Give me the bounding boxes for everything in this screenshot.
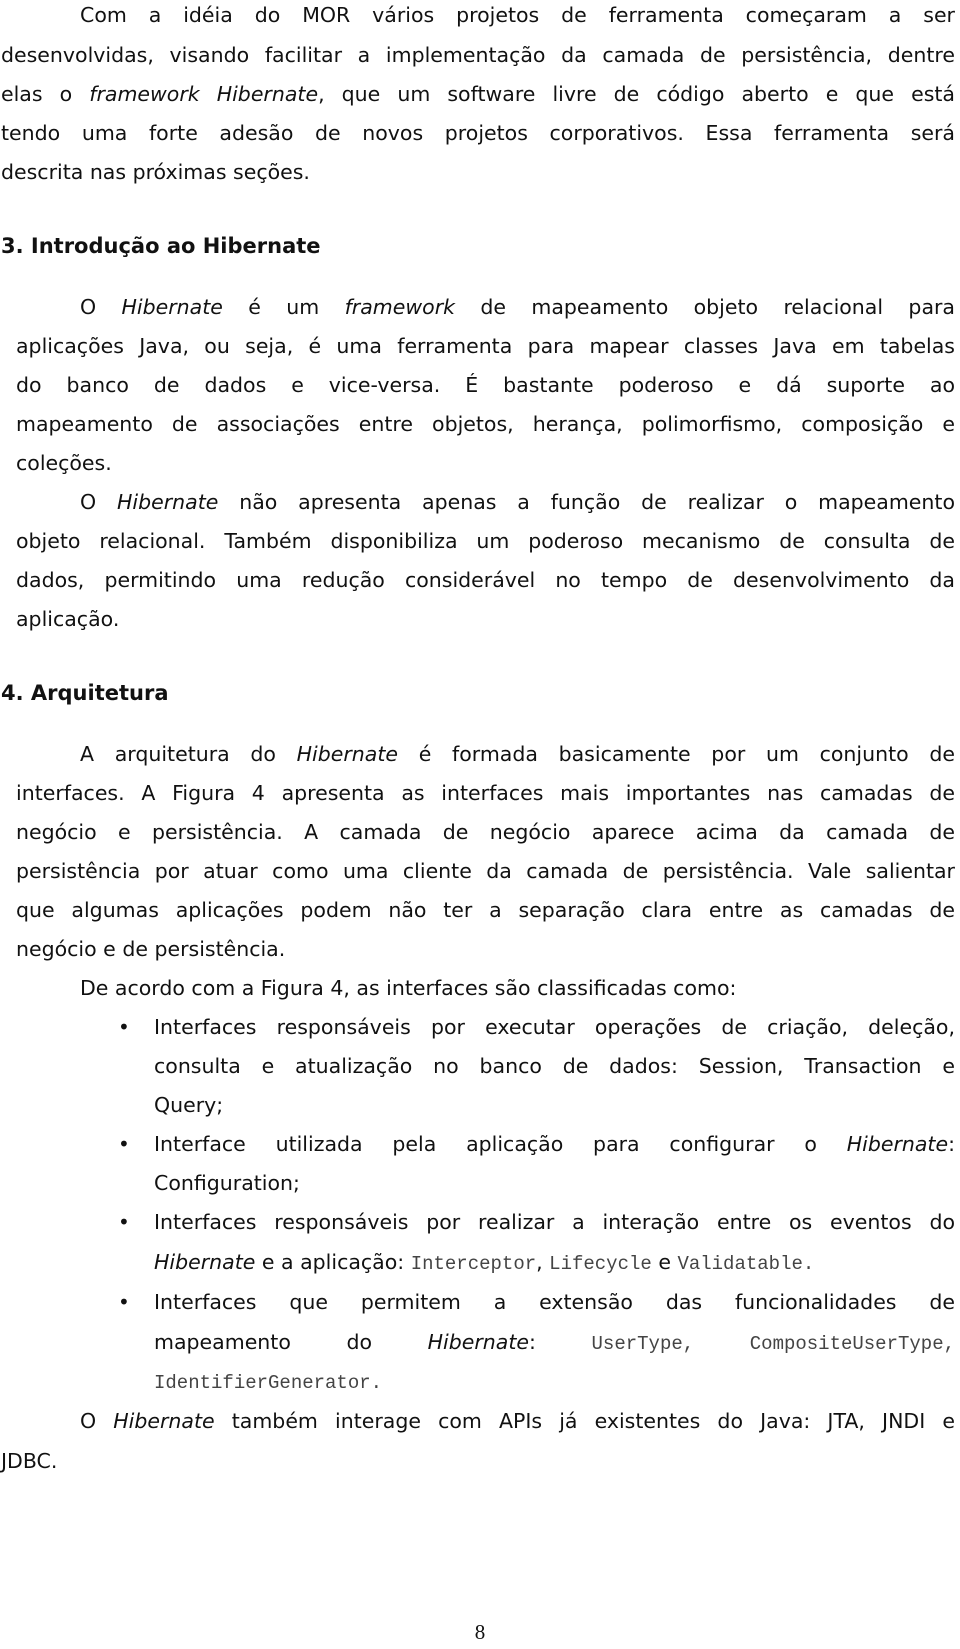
intro-line-5: descrita nas próximas seções. (1, 160, 310, 184)
bullet-icon: • (118, 1290, 130, 1314)
bullet-icon: • (118, 1132, 130, 1156)
bullet-icon: • (118, 1210, 130, 1234)
code-term: IdentifierGenerator. (154, 1372, 383, 1394)
document-page: Com a idéia do MOR vários projetos de fe… (0, 0, 960, 1649)
s3-p1-line-1: O Hibernate é um framework de mapeamento… (80, 295, 955, 319)
section-4-heading: 4. Arquitetura (1, 681, 169, 705)
code-term: Lifecycle (549, 1253, 652, 1275)
s3-p1-line-5: coleções. (16, 451, 112, 475)
s3-p1-line-4: mapeamento de associações entre objetos,… (16, 412, 955, 436)
intro-line-4: tendo uma forte adesão de novos projetos… (1, 121, 955, 145)
intro-line-1: Com a idéia do MOR vários projetos de fe… (80, 3, 955, 27)
intro-line-2: desenvolvidas, visando facilitar a imple… (1, 43, 955, 67)
intro-line-3: elas o framework Hibernate, que um softw… (1, 82, 955, 106)
code-term: Interceptor (410, 1253, 537, 1275)
s4-p1-line-5: que algumas aplicações podem não ter a s… (16, 898, 955, 922)
s3-p2-line-3: dados, permitindo uma redução consideráv… (16, 568, 955, 592)
section-3-heading: 3. Introdução ao Hibernate (1, 234, 321, 258)
s4-p3-line-1: O Hibernate também interage com APIs já … (80, 1409, 955, 1433)
s4-p3-line-2: JDBC. (1, 1449, 58, 1473)
code-term: UserType, (591, 1333, 695, 1355)
s3-p2-line-1: O Hibernate não apresenta apenas a funçã… (80, 490, 955, 514)
code-term: CompositeUserType, (749, 1333, 955, 1355)
bullet-icon: • (118, 1015, 130, 1039)
s4-p1-line-3: negócio e persistência. A camada de negó… (16, 820, 955, 844)
s4-p1-line-1: A arquitetura do Hibernate é formada bas… (80, 742, 955, 766)
emphasis-term: framework Hibernate (89, 82, 319, 106)
code-term: Validatable (677, 1253, 803, 1275)
s3-p1-line-3: do banco de dados e vice-versa. É bastan… (16, 373, 955, 397)
s4-p1-line-4: persistência por atuar como uma cliente … (16, 859, 955, 883)
s4-p2-line: De acordo com a Figura 4, as interfaces … (80, 976, 737, 1000)
s3-p2-line-2: objeto relacional. Também disponibiliza … (16, 529, 955, 553)
s3-p2-line-4: aplicação. (16, 607, 120, 631)
s4-p1-line-6: negócio e de persistência. (16, 937, 286, 961)
s4-p1-line-2: interfaces. A Figura 4 apresenta as inte… (16, 781, 955, 805)
page-number: 8 (474, 1620, 486, 1644)
s3-p1-line-2: aplicações Java, ou seja, é uma ferramen… (16, 334, 955, 358)
